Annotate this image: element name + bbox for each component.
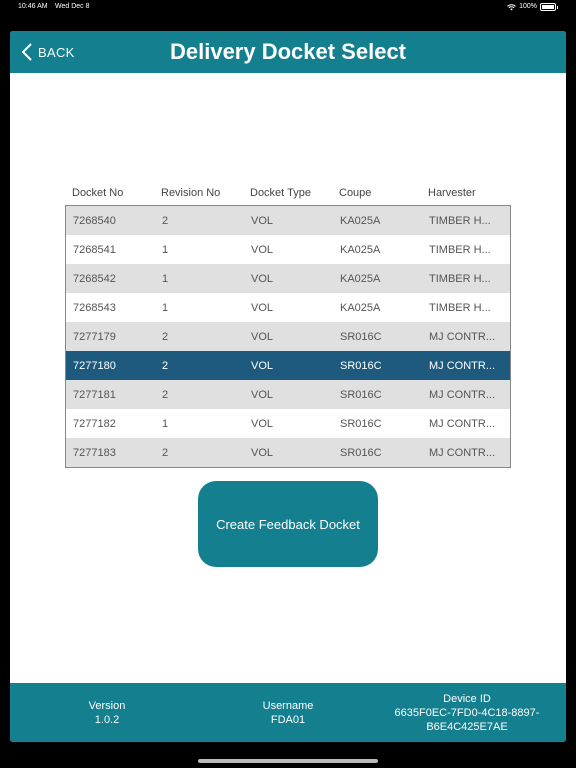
table-row[interactable]: 7268542 1 VOL KA025A TIMBER H... [66, 264, 510, 293]
version-value: 1.0.2 [94, 713, 120, 726]
table-cell: 2 [162, 388, 169, 401]
table-cell: SR016C [340, 330, 382, 343]
table-cell: VOL [251, 330, 274, 343]
username-label: Username [262, 699, 314, 712]
battery-icon [540, 3, 556, 11]
table-row[interactable]: 7277179 2 VOL SR016C MJ CONTR... [66, 322, 510, 351]
status-right: 100% [507, 0, 558, 14]
table-cell: VOL [251, 243, 274, 256]
table-cell: 7268541 [73, 243, 116, 256]
table-cell: 7277179 [73, 330, 116, 343]
device-id-label: Device ID [443, 692, 491, 705]
table-cell: 7277182 [73, 417, 116, 430]
table-cell: MJ CONTR... [429, 359, 495, 372]
table-cell: TIMBER H... [429, 301, 491, 314]
table-cell: TIMBER H... [429, 272, 491, 285]
table-cell: VOL [251, 214, 274, 227]
column-header: Docket No [72, 187, 124, 199]
docket-table: Docket No Revision No Docket Type Coupe Harv… [65, 181, 511, 468]
table-cell: MJ CONTR... [429, 330, 495, 343]
table-cell: 1 [162, 301, 169, 314]
table-cell: VOL [251, 417, 274, 430]
table-cell: 7268543 [73, 301, 116, 314]
table-cell: SR016C [340, 388, 382, 401]
table-cell: SR016C [340, 417, 382, 430]
username-block: Username FDA01 [223, 683, 353, 742]
page-title: Delivery Docket Select [169, 39, 407, 64]
table-cell: TIMBER H... [429, 214, 491, 227]
table-cell: KA025A [340, 272, 381, 285]
app-frame: BACK Delivery Docket Select Docket No Rev… [10, 31, 566, 742]
username-value: FDA01 [270, 713, 306, 726]
create-feedback-docket-button[interactable]: Create Feedback Docket [198, 481, 378, 567]
table-cell: VOL [251, 446, 274, 459]
status-time: 10:46 AM [18, 3, 48, 10]
version-block: Version 1.0.2 [42, 683, 172, 742]
table-cell: 7277183 [73, 446, 116, 459]
column-header: Harvester [428, 187, 476, 199]
table-cell: 1 [162, 243, 169, 256]
table-cell: VOL [251, 388, 274, 401]
version-label: Version [88, 699, 126, 712]
table-cell: MJ CONTR... [429, 388, 495, 401]
table-cell: SR016C [340, 359, 382, 372]
status-date: Wed Dec 8 [55, 3, 90, 10]
table-cell: TIMBER H... [429, 243, 491, 256]
table-cell: MJ CONTR... [429, 417, 495, 430]
column-header: Revision No [161, 187, 221, 199]
footer: Version 1.0.2 Username FDA01 Device ID 6… [10, 683, 566, 742]
table-cell: 2 [162, 330, 169, 343]
battery-percent: 100% [519, 3, 537, 10]
status-bar: 10:46 AM Wed Dec 8 100% [0, 0, 576, 14]
table-row[interactable]: 7277181 2 VOL SR016C MJ CONTR... [66, 380, 510, 409]
table-cell: 7277180 [73, 359, 116, 372]
table-cell: VOL [251, 301, 274, 314]
table-row[interactable]: 7268543 1 VOL KA025A TIMBER H... [66, 293, 510, 322]
column-header: Docket Type [250, 187, 311, 199]
table-row[interactable]: 7268541 1 VOL KA025A TIMBER H... [66, 235, 510, 264]
table-cell: 7277181 [73, 388, 116, 401]
table-cell: MJ CONTR... [429, 446, 495, 459]
table-row[interactable]: 7277183 2 VOL SR016C MJ CONTR... [66, 438, 510, 467]
column-header: Coupe [339, 187, 372, 199]
device-id-block: Device ID 6635F0EC-7FD0-4C18-8897-B6E4C4… [382, 683, 552, 742]
table-cell: 2 [162, 446, 169, 459]
table-cell: VOL [251, 272, 274, 285]
wifi-icon [507, 3, 516, 10]
table-cell: KA025A [340, 243, 381, 256]
battery-tip [557, 5, 558, 9]
table-cell: 7268542 [73, 272, 116, 285]
device-id-value: 6635F0EC-7FD0-4C18-8897-B6E4C425E7AE [394, 706, 540, 733]
table-cell: 7268540 [73, 214, 116, 227]
table-row[interactable]: 7277182 1 VOL SR016C MJ CONTR... [66, 409, 510, 438]
table-cell: VOL [251, 359, 274, 372]
table-cell: SR016C [340, 446, 382, 459]
top-bar: BACK Delivery Docket Select [10, 31, 566, 73]
home-indicator[interactable] [198, 759, 378, 763]
table-cell: KA025A [340, 214, 381, 227]
table-header: Docket No Revision No Docket Type Coupe Harv… [65, 181, 511, 205]
table-cell: 1 [162, 417, 169, 430]
table-row[interactable]: 7268540 2 VOL KA025A TIMBER H... [66, 206, 510, 235]
table-cell: 2 [162, 359, 169, 372]
table-body: 7268540 2 VOL KA025A TIMBER H... 7268541 1 VOL K… [65, 205, 511, 468]
table-cell: 1 [162, 272, 169, 285]
table-row-selected[interactable]: 7277180 2 VOL SR016C MJ CONTR... [66, 351, 510, 380]
table-cell: KA025A [340, 301, 381, 314]
table-cell: 2 [162, 214, 169, 227]
